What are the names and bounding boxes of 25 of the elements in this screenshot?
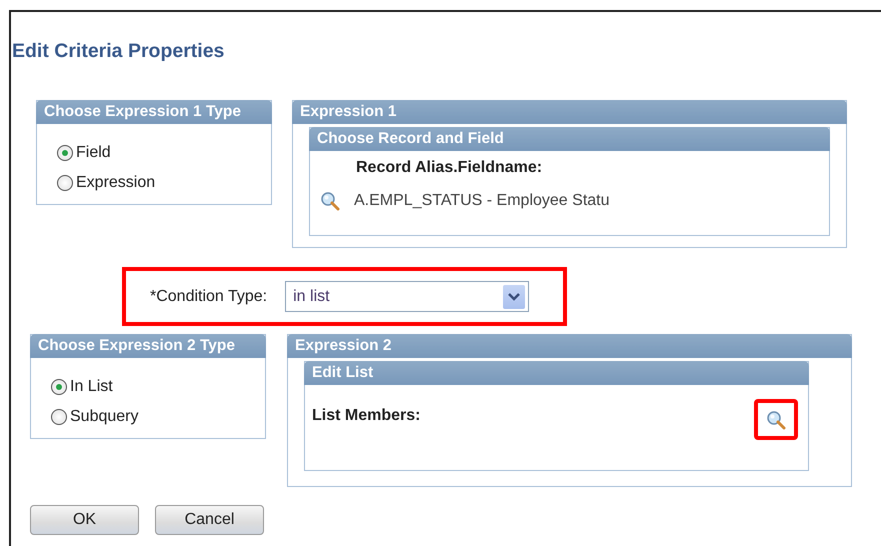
search-icon[interactable] <box>766 410 786 430</box>
radio-label[interactable]: In List <box>70 378 113 396</box>
dialog-button[interactable]: OK <box>30 505 139 535</box>
radio-label[interactable]: Subquery <box>70 408 138 426</box>
radio-button[interactable] <box>57 175 73 191</box>
radio-label[interactable]: Expression <box>76 174 156 192</box>
field-label: Record Alias.Fieldname: <box>356 159 544 177</box>
condition-dropdown[interactable]: in list <box>285 281 530 312</box>
list-members-label: List Members: <box>312 407 420 426</box>
panel-header: Choose Record and Field <box>309 127 830 151</box>
panel-header: Edit List <box>304 361 809 385</box>
field-value: A.EMPL_STATUS - Employee Statu <box>354 192 610 210</box>
dialog-button[interactable]: Cancel <box>155 505 264 535</box>
radio-button[interactable] <box>57 145 73 161</box>
panel-header: Expression 2 <box>287 334 852 358</box>
search-icon[interactable] <box>320 191 340 211</box>
radio-button[interactable] <box>51 409 67 425</box>
radio-button[interactable] <box>51 379 67 395</box>
search-button[interactable] <box>754 399 798 440</box>
panel-header: Choose Expression 2 Type <box>30 334 266 358</box>
panel-header: Choose Expression 1 Type <box>36 100 272 124</box>
panel-header: Expression 1 <box>292 100 847 124</box>
page-title: Edit Criteria Properties <box>11 39 226 64</box>
radio-label[interactable]: Field <box>76 144 111 162</box>
condition-label: *Condition Type: <box>150 288 268 306</box>
